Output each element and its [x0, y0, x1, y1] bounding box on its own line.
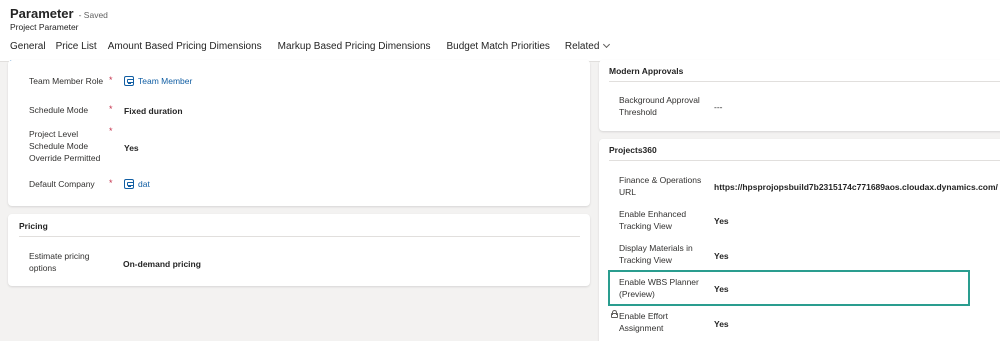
- display-materials-label: Display Materials in Tracking View: [619, 243, 693, 265]
- default-company-value: dat: [138, 179, 150, 189]
- required-indicator: *: [109, 104, 113, 114]
- background-approval-threshold-label: Background Approval Threshold: [619, 95, 700, 117]
- section-divider: [609, 160, 1000, 161]
- finance-operations-url-value[interactable]: https://hpsprojopsbuild7b2315174c771689a…: [714, 182, 998, 192]
- entity-record-icon: [124, 179, 134, 189]
- default-company-label: Default Company: [29, 179, 95, 189]
- pricing-section-title: Pricing: [19, 221, 48, 231]
- enable-enhanced-tracking-view-value[interactable]: Yes: [714, 216, 729, 226]
- display-materials-value[interactable]: Yes: [714, 251, 729, 261]
- general-fields-card: Team Member Role * Team Member Schedule …: [8, 60, 590, 206]
- schedule-mode-override-label: Project Level Schedule Mode Override Per…: [29, 129, 101, 163]
- required-indicator: *: [109, 126, 113, 136]
- chevron-down-icon: [603, 40, 611, 49]
- estimate-pricing-options-label: Estimate pricing options: [29, 251, 90, 273]
- section-divider: [609, 81, 1000, 82]
- background-approval-threshold-value[interactable]: ---: [714, 102, 723, 112]
- finance-operations-url-label: Finance & Operations URL: [619, 175, 702, 197]
- modern-approvals-section-title: Modern Approvals: [609, 66, 684, 76]
- schedule-mode-label: Schedule Mode: [29, 105, 89, 115]
- tab-related[interactable]: Related: [565, 38, 611, 62]
- lock-icon: [611, 310, 618, 318]
- team-member-role-lookup[interactable]: Team Member: [124, 76, 192, 86]
- schedule-mode-override-value[interactable]: Yes: [124, 143, 139, 153]
- enable-effort-assignment-value[interactable]: Yes: [714, 319, 729, 329]
- default-company-lookup[interactable]: dat: [124, 179, 150, 189]
- tab-amount-based-pricing-dimensions[interactable]: Amount Based Pricing Dimensions: [108, 38, 262, 62]
- save-status: - Saved: [78, 10, 108, 20]
- estimate-pricing-options-value[interactable]: On-demand pricing: [123, 259, 201, 269]
- highlight-box: [608, 270, 970, 306]
- required-indicator: *: [109, 178, 113, 188]
- team-member-role-value: Team Member: [138, 76, 193, 86]
- schedule-mode-value[interactable]: Fixed duration: [124, 106, 183, 116]
- form-header: Parameter - Saved Project Parameter Gene…: [0, 0, 1000, 62]
- page-title: Parameter: [10, 6, 74, 21]
- section-divider: [19, 236, 580, 237]
- title-row: Parameter - Saved: [10, 6, 108, 21]
- enable-enhanced-tracking-view-label: Enable Enhanced Tracking View: [619, 209, 687, 231]
- tab-general[interactable]: General: [10, 38, 46, 62]
- tab-bar: General Price List Amount Based Pricing …: [0, 38, 611, 62]
- tab-price-list[interactable]: Price List: [56, 38, 97, 62]
- team-member-role-label: Team Member Role: [29, 76, 104, 86]
- tab-markup-based-pricing-dimensions[interactable]: Markup Based Pricing Dimensions: [278, 38, 431, 62]
- projects360-card: Projects360 Finance & Operations URL htt…: [599, 139, 1000, 341]
- entity-type-label: Project Parameter: [10, 22, 79, 32]
- modern-approvals-card: Modern Approvals Background Approval Thr…: [599, 60, 1000, 131]
- required-indicator: *: [109, 75, 113, 85]
- entity-record-icon: [124, 76, 134, 86]
- enable-effort-assignment-label: Enable Effort Assignment: [619, 311, 668, 333]
- tab-budget-match-priorities[interactable]: Budget Match Priorities: [447, 38, 550, 62]
- pricing-card: Pricing Estimate pricing options On-dema…: [8, 214, 590, 286]
- projects360-section-title: Projects360: [609, 145, 657, 155]
